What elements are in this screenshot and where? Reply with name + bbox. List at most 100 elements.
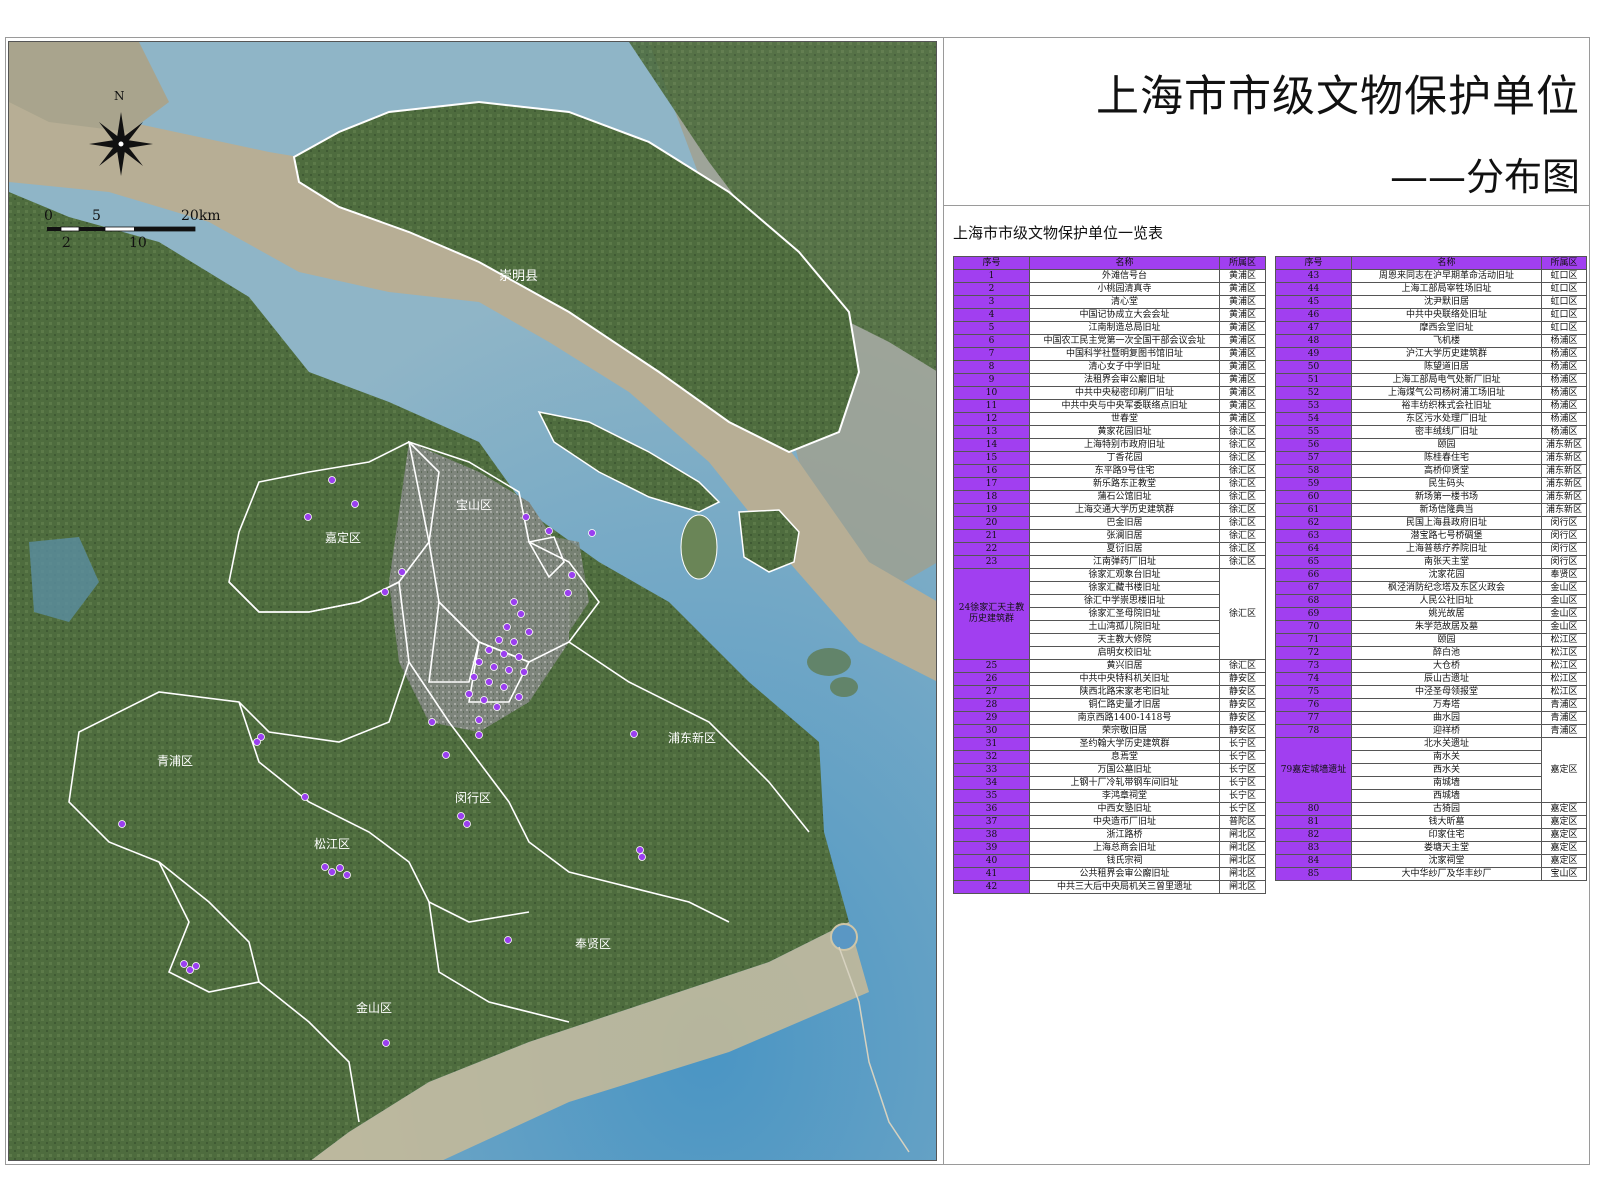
site-marker[interactable] bbox=[457, 812, 465, 820]
site-name: 颐园 bbox=[1351, 633, 1542, 647]
site-marker[interactable] bbox=[630, 730, 638, 738]
site-name: 枫泾消防纪念塔及东区火政会 bbox=[1351, 581, 1542, 595]
site-marker[interactable] bbox=[475, 716, 483, 724]
district-label-songjiang: 松江区 bbox=[314, 837, 350, 851]
site-marker[interactable] bbox=[485, 646, 493, 654]
table-row: 85 大中华纱厂及华丰纱厂 宝山区 bbox=[1275, 867, 1587, 881]
site-district: 黄浦区 bbox=[1219, 373, 1266, 387]
site-marker[interactable] bbox=[475, 658, 483, 666]
site-number: 63 bbox=[1275, 529, 1352, 543]
site-number: 84 bbox=[1275, 854, 1352, 868]
site-marker[interactable] bbox=[515, 653, 523, 661]
site-marker[interactable] bbox=[475, 731, 483, 739]
site-marker[interactable] bbox=[343, 871, 351, 879]
table-row: 69 姚光故居 金山区 bbox=[1275, 607, 1587, 621]
site-name: 息焉堂 bbox=[1029, 750, 1220, 764]
site-marker[interactable] bbox=[638, 853, 646, 861]
site-name: 娄塘天主堂 bbox=[1351, 841, 1542, 855]
table-row: 68 人民公社旧址 金山区 bbox=[1275, 594, 1587, 608]
site-district: 静安区 bbox=[1219, 685, 1266, 699]
site-marker[interactable] bbox=[500, 683, 508, 691]
site-marker[interactable] bbox=[545, 527, 553, 535]
site-marker[interactable] bbox=[503, 623, 511, 631]
table-row: 15 丁香花园 徐汇区 bbox=[953, 451, 1266, 465]
table-row: 2 小桃园清真寺 黄浦区 bbox=[953, 282, 1266, 296]
site-marker[interactable] bbox=[381, 588, 389, 596]
site-marker[interactable] bbox=[321, 863, 329, 871]
site-marker[interactable] bbox=[510, 638, 518, 646]
site-name: 公共租界会审公廨旧址 bbox=[1029, 867, 1220, 881]
site-marker[interactable] bbox=[485, 678, 493, 686]
table-row: 7 中国科学社暨明复图书馆旧址 黄浦区 bbox=[953, 347, 1266, 361]
site-name: 土山湾孤儿院旧址 bbox=[1029, 620, 1220, 634]
site-marker[interactable] bbox=[490, 663, 498, 671]
site-marker[interactable] bbox=[568, 571, 576, 579]
site-district: 金山区 bbox=[1541, 620, 1587, 634]
site-marker[interactable] bbox=[588, 529, 596, 537]
site-name: 巴金旧居 bbox=[1029, 516, 1220, 530]
site-marker[interactable] bbox=[504, 936, 512, 944]
scale-label: 2 bbox=[62, 235, 71, 251]
table-row: 74 辰山古遗址 松江区 bbox=[1275, 672, 1587, 686]
site-marker[interactable] bbox=[520, 668, 528, 676]
site-marker[interactable] bbox=[442, 751, 450, 759]
site-marker[interactable] bbox=[465, 690, 473, 698]
table-row: 12 世春堂 黄浦区 bbox=[953, 412, 1266, 426]
site-marker[interactable] bbox=[328, 868, 336, 876]
site-number: 6 bbox=[953, 334, 1030, 348]
site-marker[interactable] bbox=[495, 636, 503, 644]
site-marker[interactable] bbox=[505, 666, 513, 674]
site-name: 启明女校旧址 bbox=[1029, 646, 1220, 660]
district-label-minhang: 闵行区 bbox=[455, 790, 491, 805]
table-row: 44 上海工部局宰牲场旧址 虹口区 bbox=[1275, 282, 1587, 296]
site-marker[interactable] bbox=[522, 513, 530, 521]
site-number: 64 bbox=[1275, 542, 1352, 556]
table-row: 19 上海交通大学历史建筑群 徐汇区 bbox=[953, 503, 1266, 517]
site-marker[interactable] bbox=[510, 598, 518, 606]
site-marker[interactable] bbox=[336, 864, 344, 872]
site-name: 沈家祠堂 bbox=[1351, 854, 1542, 868]
site-district: 徐汇区 bbox=[1219, 503, 1266, 517]
site-marker[interactable] bbox=[463, 820, 471, 828]
site-marker[interactable] bbox=[398, 568, 406, 576]
site-marker[interactable] bbox=[351, 500, 359, 508]
site-number: 75 bbox=[1275, 685, 1352, 699]
table-row: 51 上海工部局电气处新厂旧址 杨浦区 bbox=[1275, 373, 1587, 387]
site-number: 39 bbox=[953, 841, 1030, 855]
satellite-map[interactable]: 崇明县 宝山区 嘉定区 青浦区 浦东新区 闵行区 松江区 奉贤区 金山区 N 0… bbox=[9, 42, 937, 1161]
site-marker[interactable] bbox=[118, 820, 126, 828]
site-name: 张澜旧居 bbox=[1029, 529, 1220, 543]
site-marker[interactable] bbox=[636, 846, 644, 854]
site-marker[interactable] bbox=[428, 718, 436, 726]
site-marker[interactable] bbox=[564, 589, 572, 597]
site-marker[interactable] bbox=[328, 476, 336, 484]
site-marker[interactable] bbox=[301, 793, 309, 801]
site-district: 黄浦区 bbox=[1219, 282, 1266, 296]
site-number: 15 bbox=[953, 451, 1030, 465]
site-name: 潜宝路七号桥碉堡 bbox=[1351, 529, 1542, 543]
site-marker[interactable] bbox=[515, 693, 523, 701]
site-marker[interactable] bbox=[180, 960, 188, 968]
site-number: 9 bbox=[953, 373, 1030, 387]
site-marker[interactable] bbox=[480, 696, 488, 704]
site-marker[interactable] bbox=[192, 962, 200, 970]
site-marker[interactable] bbox=[470, 673, 478, 681]
site-district: 徐汇区 bbox=[1219, 516, 1266, 530]
table-row: 26 中共中央特科机关旧址 静安区 bbox=[953, 672, 1266, 686]
table-row: 77 曲水园 青浦区 bbox=[1275, 711, 1587, 725]
site-number: 62 bbox=[1275, 516, 1352, 530]
site-marker[interactable] bbox=[304, 513, 312, 521]
site-number: 55 bbox=[1275, 425, 1352, 439]
site-marker[interactable] bbox=[517, 610, 525, 618]
site-marker[interactable] bbox=[382, 1039, 390, 1047]
site-marker[interactable] bbox=[525, 628, 533, 636]
site-marker[interactable] bbox=[500, 650, 508, 658]
site-name: 蒲石公馆旧址 bbox=[1029, 490, 1220, 504]
site-name: 醉白池 bbox=[1351, 646, 1542, 660]
header-number: 序号 bbox=[1275, 256, 1352, 270]
site-name: 大仓桥 bbox=[1351, 659, 1542, 673]
site-district: 金山区 bbox=[1541, 607, 1587, 621]
site-marker[interactable] bbox=[493, 703, 501, 711]
map-panel[interactable]: 崇明县 宝山区 嘉定区 青浦区 浦东新区 闵行区 松江区 奉贤区 金山区 N 0… bbox=[8, 41, 937, 1161]
site-marker[interactable] bbox=[253, 738, 261, 746]
